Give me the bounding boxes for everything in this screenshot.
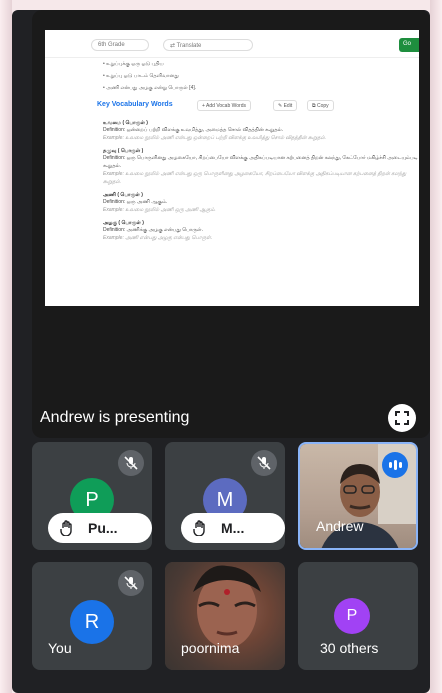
avatar: R [70, 600, 114, 644]
add-vocab-button[interactable]: + Add Vocab Words [197, 100, 251, 111]
meet-window: 6th Grade ⇄ Translate Go • உறுப்புக்கு ஒ… [12, 10, 430, 693]
vocab-title: Key Vocabulary Words [97, 101, 173, 108]
vocab-entry: தழுவு ( பொருள் ) Definition: ஒரு பொருளின… [45, 148, 419, 186]
document-toolbar: 6th Grade ⇄ Translate Go [45, 30, 419, 58]
muted-mic-icon [251, 450, 277, 476]
vocab-example: Example: உவமை நூலில் அணி என்பது ஒரு பொரு… [103, 171, 407, 185]
vocab-entry: அணி ( பொருள் ) Definition: ஒரு அணி ஆகும்… [45, 192, 419, 214]
vocab-header: Key Vocabulary Words + Add Vocab Words ✎… [45, 98, 419, 114]
others-count: 30 others [320, 640, 379, 656]
bullet-item: • உறுப்புக்கு ஒரு ஓடு புதிய [103, 61, 164, 67]
edit-button[interactable]: ✎ Edit [273, 100, 298, 111]
presenting-label: Andrew is presenting [40, 409, 190, 426]
background-right [430, 0, 442, 693]
muted-mic-icon [118, 450, 144, 476]
bullet-item: • உறுப்பு ஓடு பாடம் தெளிவானது [103, 73, 179, 79]
vocab-entry: உவமை ( பொருள் ) Definition: ஒன்றைப் பற்ற… [45, 120, 419, 142]
muted-mic-icon [118, 570, 144, 596]
participant-tile[interactable]: P Pu... [32, 442, 152, 550]
others-tile[interactable]: P 30 others [298, 562, 418, 670]
vocab-example: Example: உவமை நூலில் அணி ஒரு அணி ஆகும். [103, 207, 216, 213]
copy-button[interactable]: ⧉ Copy [307, 100, 334, 111]
vocab-example: Example: அணி என்பது அழகு என்பது பொருள். [103, 235, 213, 241]
participant-name: poornima [181, 640, 240, 656]
raised-hand-badge: Pu... [48, 513, 152, 543]
raised-hand-badge: M... [181, 513, 285, 543]
avatar: P [334, 598, 370, 634]
translate-icon: ⇄ [170, 43, 177, 49]
raised-hand-icon [60, 520, 74, 541]
vocab-example: Example: உவமை நூலில் அணி என்பது ஒன்றைப் … [103, 135, 327, 141]
presentation-stage[interactable]: 6th Grade ⇄ Translate Go • உறுப்புக்கு ஒ… [32, 10, 430, 438]
vocab-definition: Definition: ஒரு பொருளினது அழகையோ, சிறப்ப… [103, 155, 418, 169]
participant-name: Pu... [88, 520, 118, 536]
go-button[interactable]: Go [399, 38, 419, 52]
participant-tile[interactable]: M M... [165, 442, 285, 550]
bullet-item: • அணி என்பது அழகு என்று பொருள் [4]. [103, 85, 197, 91]
participant-tile[interactable]: poornima [165, 562, 285, 670]
participant-tile[interactable]: R You [32, 562, 152, 670]
shared-document[interactable]: 6th Grade ⇄ Translate Go • உறுப்புக்கு ஒ… [45, 30, 419, 306]
grade-dropdown[interactable]: 6th Grade [91, 39, 149, 51]
raised-hand-icon [193, 520, 207, 541]
vocab-entry: அழகு ( பொருள் ) Definition: அணிக்கு அழகு… [45, 220, 419, 242]
vocab-definition: Definition: ஒன்றைப் பற்றி விளக்கு உவமித்… [103, 127, 284, 133]
fullscreen-icon [395, 411, 409, 425]
participant-tile-active[interactable]: Andrew [298, 442, 418, 550]
vocab-definition: Definition: ஒரு அணி ஆகும். [103, 199, 168, 205]
background-left [0, 0, 12, 693]
participant-name: Andrew [316, 518, 364, 534]
fullscreen-button[interactable] [388, 404, 416, 432]
translate-button[interactable]: ⇄ Translate [163, 39, 253, 51]
vocab-definition: Definition: அணிக்கு அழகு என்பது பொருள். [103, 227, 203, 233]
participant-name: M... [221, 520, 245, 536]
participant-name: You [48, 640, 72, 656]
speaking-indicator-icon [382, 452, 408, 478]
